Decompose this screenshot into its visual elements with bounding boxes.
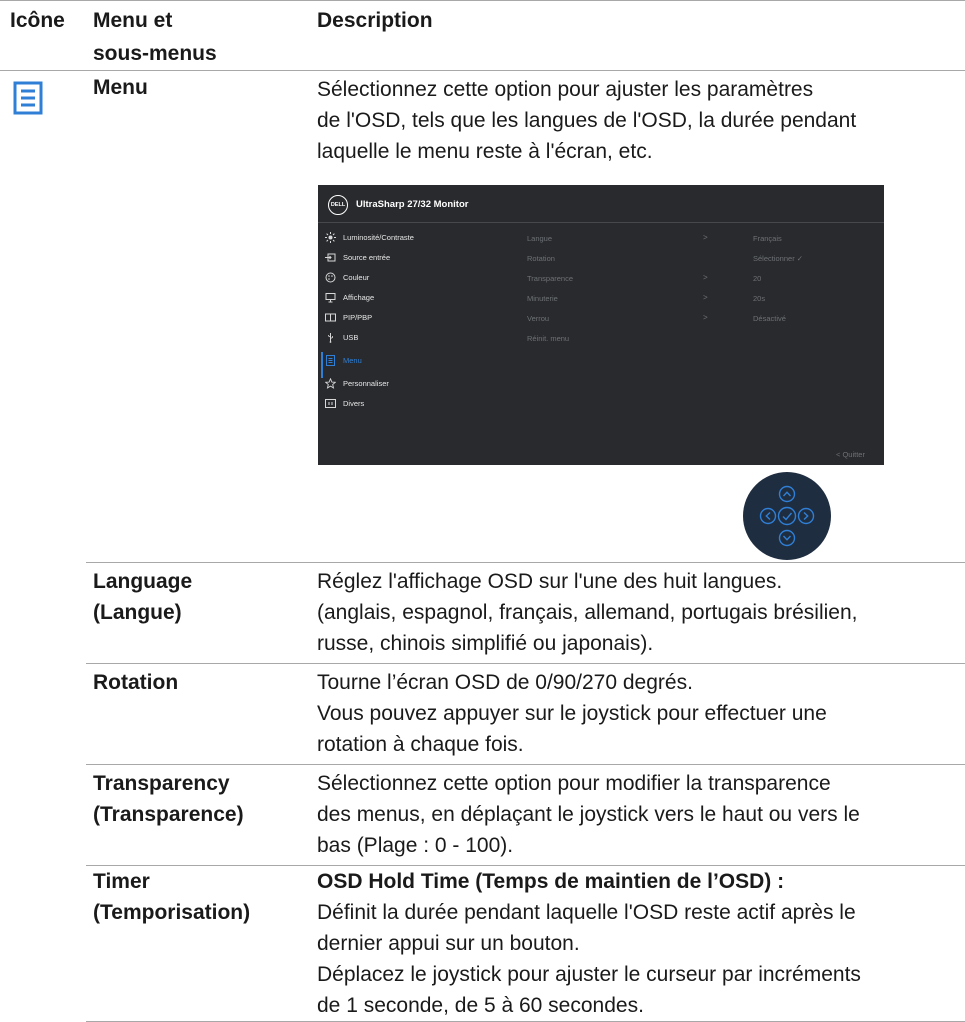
header-description: Description [317,9,433,32]
row-transparency-desc-line: des menus, en déplaçant le joystick vers… [317,803,860,826]
row-timer-desc-line: dernier appui sur un bouton. [317,932,580,955]
osd-submenu-value: Français [753,234,782,243]
row-rotation-desc-line: rotation à chaque fois. [317,733,524,756]
row-rotation-desc-line: Vous pouvez appuyer sur le joystick pour… [317,702,827,725]
row-rotation-description: Tourne l’écran OSD de 0/90/270 degrés. V… [317,667,959,760]
row-menu-label-line: Menu [93,76,148,99]
osd-submenu-label[interactable]: Minuterie [527,294,558,303]
row-rotation-label-line: Rotation [93,671,179,694]
row-language-label-line: (Langue) [93,601,182,624]
joystick-icon [743,472,831,560]
row-transparency-label-line: (Transparence) [93,803,244,826]
chevron-right-icon: > [703,293,708,302]
osd-menu-label: Divers [343,398,365,408]
row-menu-desc-line: de l'OSD, tels que les langues de l'OSD,… [317,109,857,132]
osd-menu-label: Source entrée [343,252,391,262]
row-transparency-desc-line: bas (Plage : 0 - 100). [317,834,514,857]
osd-menu-label: Affichage [343,292,375,302]
osd-menu-label: Menu [343,355,362,365]
star-icon [325,377,336,389]
row-timer-description: OSD Hold Time (Temps de maintien de l’OS… [317,866,959,1021]
row-menu-desc-line: laquelle le menu reste à l'écran, etc. [317,140,653,163]
row-transparency-label: Transparency (Transparence) [93,768,244,830]
osd-submenu-label[interactable]: Langue [527,234,552,243]
osd-title: UltraSharp 27/32 Monitor [356,199,469,210]
color-icon [325,272,336,283]
osd-menu-label: USB [343,332,359,342]
row-menu-label: Menu [93,72,148,103]
display-icon [325,292,336,303]
row-language-label-line: Language [93,570,193,593]
usb-icon [325,332,336,343]
menu-icon [325,354,336,366]
row-language-desc-line: russe, chinois simplifié ou japonais). [317,632,654,655]
row-timer-label-line: (Temporisation) [93,901,251,924]
row-language-desc-line: Réglez l'affichage OSD sur l'une des hui… [317,570,783,593]
row-timer-desc-line: de 1 seconde, de 5 à 60 secondes. [317,994,644,1017]
osd-title-divider [318,222,884,223]
osd-submenu-label[interactable]: Verrou [527,314,549,323]
row-language-desc-line: (anglais, espagnol, français, allemand, … [317,601,858,624]
row-transparency-description: Sélectionnez cette option pour modifier … [317,768,959,861]
row-language-description: Réglez l'affichage OSD sur l'une des hui… [317,566,959,659]
chevron-right-icon: > [703,233,708,242]
pip-icon [325,312,336,323]
row-rotation-desc-line: Tourne l’écran OSD de 0/90/270 degrés. [317,671,693,694]
osd-menu-item-input[interactable]: Source entrée [318,247,488,267]
osd-submenu-value: 20 [753,274,762,283]
osd-menu-item-color[interactable]: Couleur [318,267,488,287]
osd-menu-label: Couleur [343,272,370,282]
row-divider [86,562,965,563]
osd-quit-button[interactable]: < Quitter [836,450,865,459]
row-transparency-desc-line: Sélectionnez cette option pour modifier … [317,772,831,795]
chevron-right-icon: > [703,273,708,282]
osd-menu-item-menu[interactable]: Menu [318,350,488,370]
osd-menu-label: PIP/PBP [343,312,373,322]
osd-menu-item-display[interactable]: Affichage [318,287,488,307]
osd-submenu-value: 20s [753,294,766,303]
header-menu-line1: Menu et [93,9,173,32]
osd-submenu-value: Désactivé [753,314,786,323]
osd-menu-label: Personnaliser [343,378,389,388]
row-timer-label-line: Timer [93,870,150,893]
row-menu-desc-line: Sélectionnez cette option pour ajuster l… [317,78,814,101]
header-icon: Icône [10,9,65,32]
osd-menu-item-others[interactable]: Divers [318,393,488,413]
osd-submenu-label[interactable]: Transparence [527,274,573,283]
osd-menu-item-personalize[interactable]: Personnaliser [318,373,488,393]
row-menu-description: Sélectionnez cette option pour ajuster l… [317,74,959,167]
osd-menu-label: Luminosité/Contraste [343,232,414,242]
osd-menu-item-pip[interactable]: PIP/PBP [318,307,488,327]
header-menu-line2: sous-menus [93,42,217,65]
row-timer-desc-line: Définit la durée pendant laquelle l'OSD … [317,901,856,924]
others-icon [325,398,336,409]
row-timer-label: Timer (Temporisation) [93,866,250,928]
row-language-label: Language (Langue) [93,566,192,628]
row-divider [86,663,965,664]
osd-submenu-label[interactable]: Rotation [527,254,555,263]
row-timer-desc-title: OSD Hold Time (Temps de maintien de l’OS… [317,870,785,893]
brightness-icon [325,231,336,243]
dell-logo: DELL [328,195,348,215]
osd-screenshot: DELL UltraSharp 27/32 Monitor Luminosité… [318,185,884,465]
row-timer-desc-line: Déplacez le joystick pour ajuster le cur… [317,963,861,986]
osd-menu-item-brightness[interactable]: Luminosité/Contraste [318,227,488,247]
header-divider [0,70,965,71]
header-menu: Menu et sous-menus [93,4,217,70]
top-border [0,0,965,1]
osd-submenu-value: Sélectionner ✓ [753,254,804,263]
row-divider [86,764,965,765]
row-rotation-label: Rotation [93,667,178,698]
row-transparency-label-line: Transparency [93,772,230,795]
osd-menu-item-usb[interactable]: USB [318,327,488,347]
input-source-icon [325,252,336,263]
menu-icon [13,81,43,115]
chevron-right-icon: > [703,313,708,322]
osd-submenu-label[interactable]: Réinit. menu [527,334,569,343]
